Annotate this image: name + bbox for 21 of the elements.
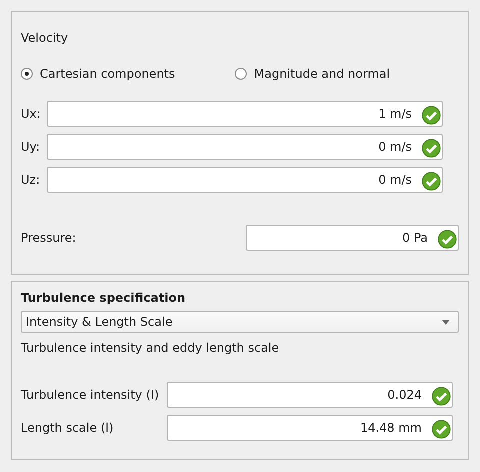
radio-option[interactable]: Magnitude and normal xyxy=(235,65,390,83)
number-field[interactable]: 0.024 xyxy=(167,382,453,408)
field-label: Ux: xyxy=(21,107,42,121)
section-title: Velocity xyxy=(21,31,70,45)
section-title: Turbulence specification xyxy=(21,291,187,305)
number-field[interactable]: 0 m/s xyxy=(47,167,443,193)
field-label: Uz: xyxy=(21,173,42,187)
number-field[interactable]: 14.48 mm xyxy=(167,415,453,441)
dropdown[interactable]: Intensity & Length Scale xyxy=(21,311,459,333)
field-label: Length scale (l) xyxy=(21,421,115,435)
number-field[interactable]: 0 m/s xyxy=(47,134,443,160)
number-field[interactable]: 0 Pa xyxy=(246,225,459,251)
field-label: Turbulence intensity (I) xyxy=(21,388,160,402)
description-text: Turbulence intensity and eddy length scale xyxy=(21,341,280,355)
radio-option[interactable]: Cartesian components xyxy=(21,65,176,83)
caret-icon xyxy=(442,320,450,324)
field-label: Uy: xyxy=(21,140,42,154)
field-label: Pressure: xyxy=(21,231,76,245)
number-field[interactable]: 1 m/s xyxy=(47,101,443,127)
radio-label: Cartesian components xyxy=(40,67,176,81)
radio-label: Magnitude and normal xyxy=(254,67,390,81)
